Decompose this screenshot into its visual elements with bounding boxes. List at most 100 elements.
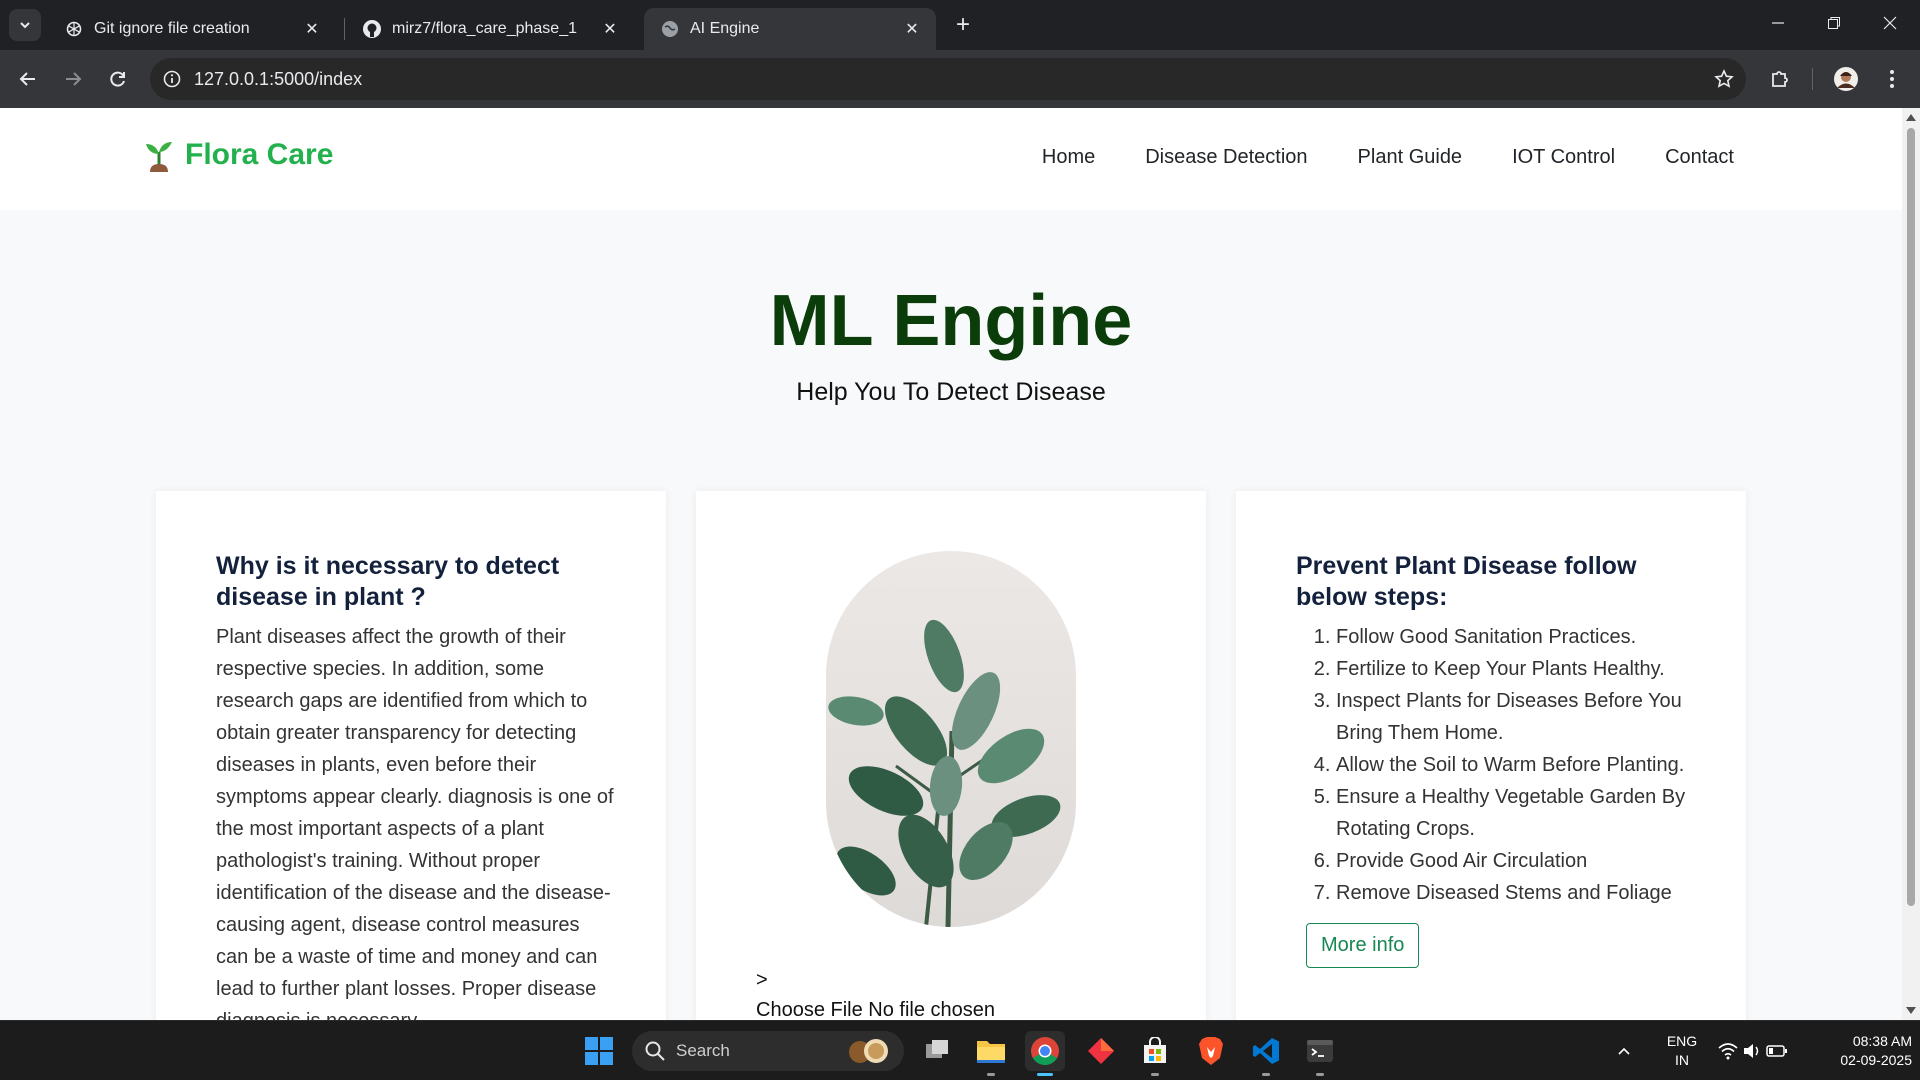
folder-icon <box>977 1041 1005 1063</box>
running-indicator <box>1151 1073 1159 1076</box>
restore-button[interactable] <box>1806 0 1862 46</box>
diamond-app-icon <box>1088 1038 1114 1064</box>
close-icon <box>1883 16 1897 30</box>
clock[interactable]: 08:38 AM 02-09-2025 <box>1808 1032 1912 1070</box>
site-nav: Home Disease Detection Plant Guide IOT C… <box>992 146 1734 169</box>
github-icon <box>362 19 382 39</box>
lang-bottom: IN <box>1675 1052 1689 1068</box>
store-icon <box>1144 1037 1166 1063</box>
file-explorer-button[interactable] <box>971 1031 1011 1076</box>
show-hidden-icons-button[interactable] <box>1612 1031 1636 1071</box>
list-item: Ensure a Healthy Vegetable Garden By Rot… <box>1336 781 1706 845</box>
sprout-icon <box>146 142 172 172</box>
terminal-icon <box>1307 1040 1333 1062</box>
brave-browser-button[interactable] <box>1191 1031 1231 1071</box>
windows-taskbar: Search ENG IN 08:38 AM 02-09-2025 <box>0 1020 1920 1080</box>
more-info-button[interactable]: More info <box>1306 923 1420 968</box>
card-body: Plant diseases affect the growth of thei… <box>216 626 614 1020</box>
clock-time: 08:38 AM <box>1852 1033 1912 1049</box>
site-info-icon[interactable] <box>150 58 194 100</box>
list-item: Inspect Plants for Diseases Before You B… <box>1336 685 1706 749</box>
reload-button[interactable] <box>100 61 136 97</box>
extensions-button[interactable] <box>1762 61 1798 97</box>
close-icon[interactable]: ✕ <box>302 19 322 39</box>
tab-title: mirz7/flora_care_phase_1 <box>392 20 577 37</box>
more-vertical-icon <box>1890 70 1894 88</box>
quick-settings-button[interactable] <box>1716 1031 1790 1071</box>
vscode-button[interactable] <box>1246 1031 1286 1076</box>
close-icon[interactable]: ✕ <box>902 19 922 39</box>
coconut-icon <box>849 1039 888 1063</box>
brand-logo[interactable]: Flora Care <box>143 138 333 172</box>
app-red-diamond-button[interactable] <box>1081 1031 1121 1071</box>
card-why-detect: Why is it necessary to detect disease in… <box>156 491 666 1020</box>
plant-image <box>826 551 1076 927</box>
nav-home[interactable]: Home <box>1042 146 1095 169</box>
wifi-icon <box>1718 1043 1738 1060</box>
back-button[interactable] <box>10 61 46 97</box>
arrow-left-icon <box>19 72 35 86</box>
bookmark-star-icon[interactable] <box>1702 69 1746 89</box>
nav-plant-guide[interactable]: Plant Guide <box>1358 146 1463 169</box>
address-bar[interactable]: 127.0.0.1:5000/index <box>150 58 1746 100</box>
start-button[interactable] <box>579 1031 619 1071</box>
hero-subtitle: Help You To Detect Disease <box>796 378 1106 406</box>
globe-icon <box>660 19 680 39</box>
chevron-up-icon <box>1618 1047 1630 1055</box>
chevron-down-icon <box>20 22 30 29</box>
scroll-down-icon[interactable] <box>1906 1007 1916 1014</box>
windows-logo-icon <box>585 1037 613 1065</box>
forward-button[interactable] <box>55 61 91 97</box>
search-label: Search <box>676 1041 730 1060</box>
tab-ai-engine[interactable]: AI Engine ✕ <box>644 8 936 50</box>
site-header: Flora Care Home Disease Detection Plant … <box>0 108 1902 210</box>
list-item: Fertilize to Keep Your Plants Healthy. <box>1336 653 1706 685</box>
minimize-button[interactable] <box>1750 0 1806 46</box>
arrow-right-icon <box>66 72 82 86</box>
browser-tab-bar: Git ignore file creation ✕ mirz7/flora_c… <box>0 0 1920 50</box>
url-text: 127.0.0.1:5000/index <box>194 68 363 89</box>
lang-top: ENG <box>1666 1033 1698 1049</box>
running-indicator <box>1316 1073 1324 1076</box>
chrome-taskbar-button[interactable] <box>1025 1031 1065 1076</box>
page-viewport: Flora Care Home Disease Detection Plant … <box>0 108 1902 1020</box>
choose-file-button[interactable]: Choose File <box>756 999 863 1020</box>
browser-menu-button[interactable] <box>1874 61 1910 97</box>
scrollbar-thumb[interactable] <box>1907 128 1915 906</box>
puzzle-icon <box>1772 71 1788 87</box>
active-indicator <box>1037 1073 1053 1076</box>
running-indicator <box>1262 1073 1270 1076</box>
card-prevent-disease: Prevent Plant Disease follow below steps… <box>1236 491 1746 1020</box>
nav-iot-control[interactable]: IOT Control <box>1512 146 1615 169</box>
file-input[interactable]: Choose File No file chosen <box>756 999 995 1020</box>
prevention-steps-list: Follow Good Sanitation Practices. Fertil… <box>1296 621 1706 909</box>
task-view-button[interactable] <box>917 1031 957 1071</box>
brand-name: Flora Care <box>185 138 334 171</box>
nav-contact[interactable]: Contact <box>1665 146 1734 169</box>
list-item: Follow Good Sanitation Practices. <box>1336 621 1706 653</box>
page-scrollbar[interactable] <box>1902 108 1920 1020</box>
tab-separator <box>344 18 345 40</box>
avatar-icon <box>1834 67 1858 91</box>
close-icon[interactable]: ✕ <box>600 19 620 39</box>
tab-github-repo[interactable]: mirz7/flora_care_phase_1 ✕ <box>346 8 634 50</box>
new-tab-button[interactable]: + <box>948 10 978 40</box>
profile-avatar[interactable] <box>1828 61 1864 97</box>
clock-date: 02-09-2025 <box>1840 1052 1912 1068</box>
terminal-button[interactable] <box>1300 1031 1340 1076</box>
restore-icon <box>1828 17 1840 29</box>
card-heading: Why is it necessary to detect disease in… <box>216 552 560 611</box>
nav-disease-detection[interactable]: Disease Detection <box>1145 146 1307 169</box>
browser-toolbar: 127.0.0.1:5000/index <box>0 50 1920 108</box>
file-status-text: No file chosen <box>868 999 996 1020</box>
tab-search-button[interactable] <box>9 9 41 41</box>
input-language[interactable]: ENG IN <box>1664 1032 1700 1070</box>
running-indicator <box>987 1073 995 1076</box>
stray-marker-text: > <box>756 969 768 991</box>
scroll-up-icon[interactable] <box>1906 114 1916 121</box>
tab-title: AI Engine <box>690 20 760 37</box>
taskbar-search[interactable]: Search <box>632 1031 904 1071</box>
close-window-button[interactable] <box>1862 0 1918 46</box>
microsoft-store-button[interactable] <box>1135 1031 1175 1076</box>
tab-git-ignore[interactable]: Git ignore file creation ✕ <box>48 8 336 50</box>
